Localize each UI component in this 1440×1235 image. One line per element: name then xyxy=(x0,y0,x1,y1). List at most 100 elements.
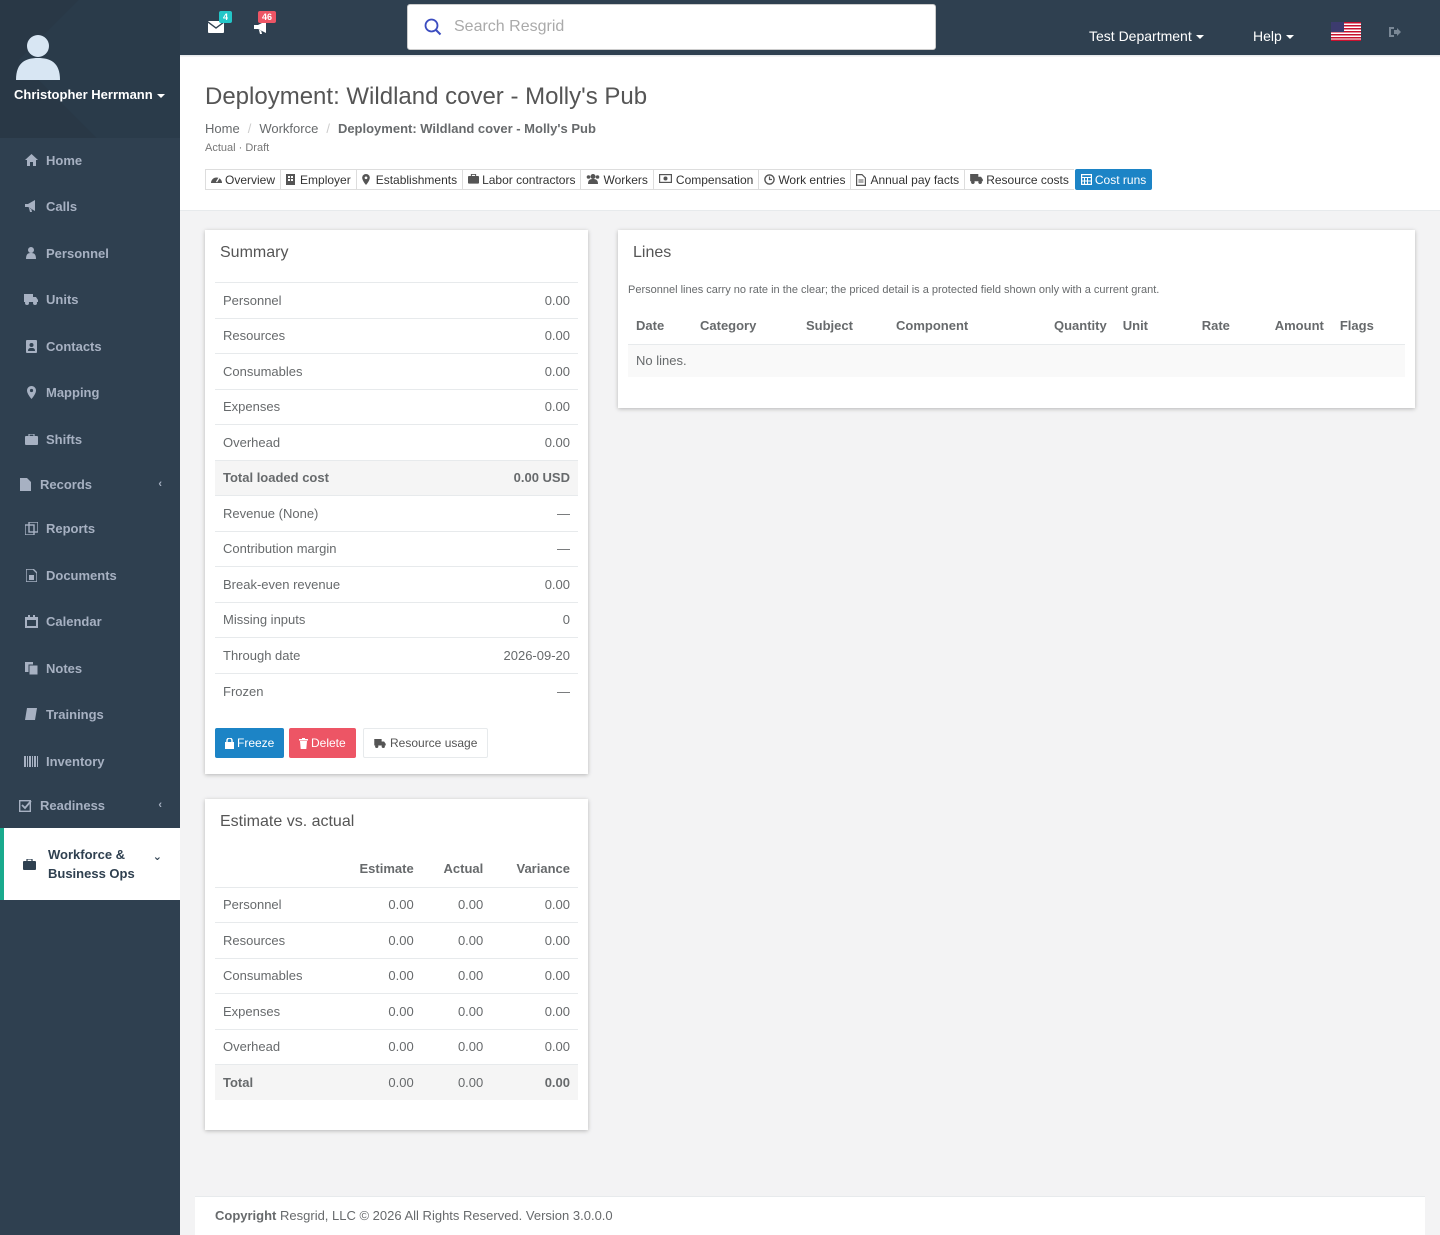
tab-establishments[interactable]: Establishments xyxy=(355,169,463,190)
tab-work-entries[interactable]: Work entries xyxy=(758,169,851,190)
tab-employer[interactable]: Employer xyxy=(280,169,356,190)
chevron-left-icon: ‹ xyxy=(158,478,162,490)
tab-workers[interactable]: Workers xyxy=(580,169,653,190)
messages-button[interactable]: 4 xyxy=(208,11,233,36)
resource-usage-button[interactable]: Resource usage xyxy=(363,728,489,758)
notes-icon xyxy=(24,661,38,675)
table-row: Resources 0.00 xyxy=(215,317,578,354)
users-icon xyxy=(586,174,600,185)
breadcrumb-separator: / xyxy=(326,121,330,136)
search-icon xyxy=(424,18,442,36)
sidebar-item-readiness[interactable]: Readiness ‹ xyxy=(0,795,180,815)
chevron-down-icon xyxy=(1285,35,1294,40)
sidebar-item-documents[interactable]: Documents xyxy=(0,565,180,585)
estimate-panel: Estimate vs. actual Estimate Actual Varian… xyxy=(205,799,588,1130)
sidebar-item-inventory[interactable]: Inventory xyxy=(0,751,180,771)
breadcrumb: Home / Workforce / Deployment: Wildland cove… xyxy=(205,121,596,136)
sidebar-item-calendar[interactable]: Calendar xyxy=(0,611,180,631)
table-cell: Consumables xyxy=(215,957,335,994)
sidebar-item-label: Calls xyxy=(46,198,78,214)
tab-cost-runs[interactable]: Cost runs xyxy=(1074,169,1153,190)
department-menu[interactable]: Test Department xyxy=(1089,28,1204,44)
column-header xyxy=(215,851,335,888)
alerts-badge: 46 xyxy=(258,11,277,23)
table-row: Total loaded cost 0.00 USD xyxy=(215,459,578,496)
sidebar-item-label: Contacts xyxy=(46,338,102,354)
sidebar-item-trainings[interactable]: Trainings xyxy=(0,704,180,724)
help-menu[interactable]: Help xyxy=(1253,28,1294,44)
calculator-icon xyxy=(1080,174,1092,185)
resource-usage-label: Resource usage xyxy=(390,736,478,750)
us-flag-icon[interactable] xyxy=(1331,22,1361,41)
sidebar-item-label: Workforce & Business Ops xyxy=(48,847,135,881)
tab-label: Annual pay facts xyxy=(870,172,960,187)
tab-labor-contractors[interactable]: Labor contractors xyxy=(462,169,581,190)
table-cell: Personnel xyxy=(215,886,335,923)
user-icon xyxy=(24,246,38,260)
sidebar-item-contacts[interactable]: Contacts xyxy=(0,336,180,356)
sidebar-item-personnel[interactable]: Personnel xyxy=(0,243,180,263)
row-value: — xyxy=(439,530,578,567)
table-cell: Total xyxy=(215,1064,335,1100)
user-menu[interactable]: Christopher Herrmann xyxy=(14,87,165,102)
column-header: Flags xyxy=(1331,307,1405,345)
sidebar-item-notes[interactable]: Notes xyxy=(0,658,180,678)
sidebar-item-units[interactable]: Units xyxy=(0,289,180,309)
sidebar-item-reports[interactable]: Reports xyxy=(0,518,180,538)
table-cell: 0.00 xyxy=(491,1064,578,1100)
building-icon xyxy=(286,174,297,185)
row-label: Expenses xyxy=(215,388,440,425)
row-value: 0.00 xyxy=(439,282,578,318)
table-row: Overhead 0.00 0.00 0.00 xyxy=(215,1028,578,1065)
messages-badge: 4 xyxy=(219,11,233,23)
table-cell: 0.00 xyxy=(421,1028,492,1065)
sidebar-item-workforce[interactable]: Workforce & Business Ops ⌄ xyxy=(0,828,180,900)
table-row: Through date 2026-09-20 xyxy=(215,637,578,673)
lines-title: Lines xyxy=(633,244,672,261)
sidebar-item-label: Records xyxy=(40,476,93,492)
breadcrumb-current: Deployment: Wildland cover - Molly's Pub xyxy=(337,121,596,136)
table-row: Expenses 0.00 0.00 0.00 xyxy=(215,993,578,1029)
chevron-down-icon xyxy=(1195,35,1204,40)
row-label: Total loaded cost xyxy=(215,459,440,496)
table-cell: Overhead xyxy=(215,1028,335,1065)
tab-annual-pay-facts[interactable]: Annual pay facts xyxy=(850,169,965,190)
row-value: 0.00 xyxy=(439,317,578,354)
table-row: Total 0.00 0.00 0.00 xyxy=(215,1064,578,1100)
truck-icon xyxy=(24,292,38,306)
table-row: No lines. xyxy=(628,344,1405,377)
row-label: Frozen xyxy=(215,672,440,709)
sidebar-item-calls[interactable]: Calls xyxy=(0,196,180,216)
tab-compensation[interactable]: Compensation xyxy=(652,169,759,190)
freeze-button[interactable]: Freeze xyxy=(215,728,285,758)
tab-label: Resource costs xyxy=(986,172,1069,187)
table-row: Personnel 0.00 xyxy=(215,282,578,318)
row-label: Consumables xyxy=(215,353,440,389)
profile-area: Christopher Herrmann xyxy=(0,0,180,138)
table-row: Frozen — xyxy=(215,672,578,709)
delete-button[interactable]: Delete xyxy=(289,728,356,758)
alerts-button[interactable]: 46 xyxy=(254,11,277,36)
sidebar-item-mapping[interactable]: Mapping xyxy=(0,382,180,402)
sidebar-item-records[interactable]: Records ‹ xyxy=(0,474,180,494)
search-input[interactable] xyxy=(454,18,914,36)
sidebar-item-home[interactable]: Home xyxy=(0,150,180,170)
home-icon xyxy=(24,153,38,167)
tab-overview[interactable]: Overview xyxy=(205,169,281,190)
avatar[interactable] xyxy=(16,32,60,80)
tab-resource-costs[interactable]: Resource costs xyxy=(964,169,1074,190)
tab-label: Work entries xyxy=(778,172,846,187)
sidebar-item-shifts[interactable]: Shifts xyxy=(0,429,180,449)
sidebar-item-label: Reports xyxy=(46,520,96,536)
chevron-down-icon xyxy=(156,93,165,98)
breadcrumb-home[interactable]: Home xyxy=(205,121,240,136)
lines-note: Personnel lines carry no rate in the cle… xyxy=(628,284,1160,296)
table-cell: 0.00 xyxy=(491,1028,578,1065)
table-cell: 0.00 xyxy=(491,957,578,994)
tab-label: Compensation xyxy=(675,172,754,187)
breadcrumb-workforce[interactable]: Workforce xyxy=(259,121,318,136)
logout-icon[interactable] xyxy=(1389,27,1401,37)
sidebar-item-label: Mapping xyxy=(46,384,100,400)
version-text: Version 3.0.0.0 xyxy=(525,1208,613,1223)
row-value: — xyxy=(439,495,578,531)
